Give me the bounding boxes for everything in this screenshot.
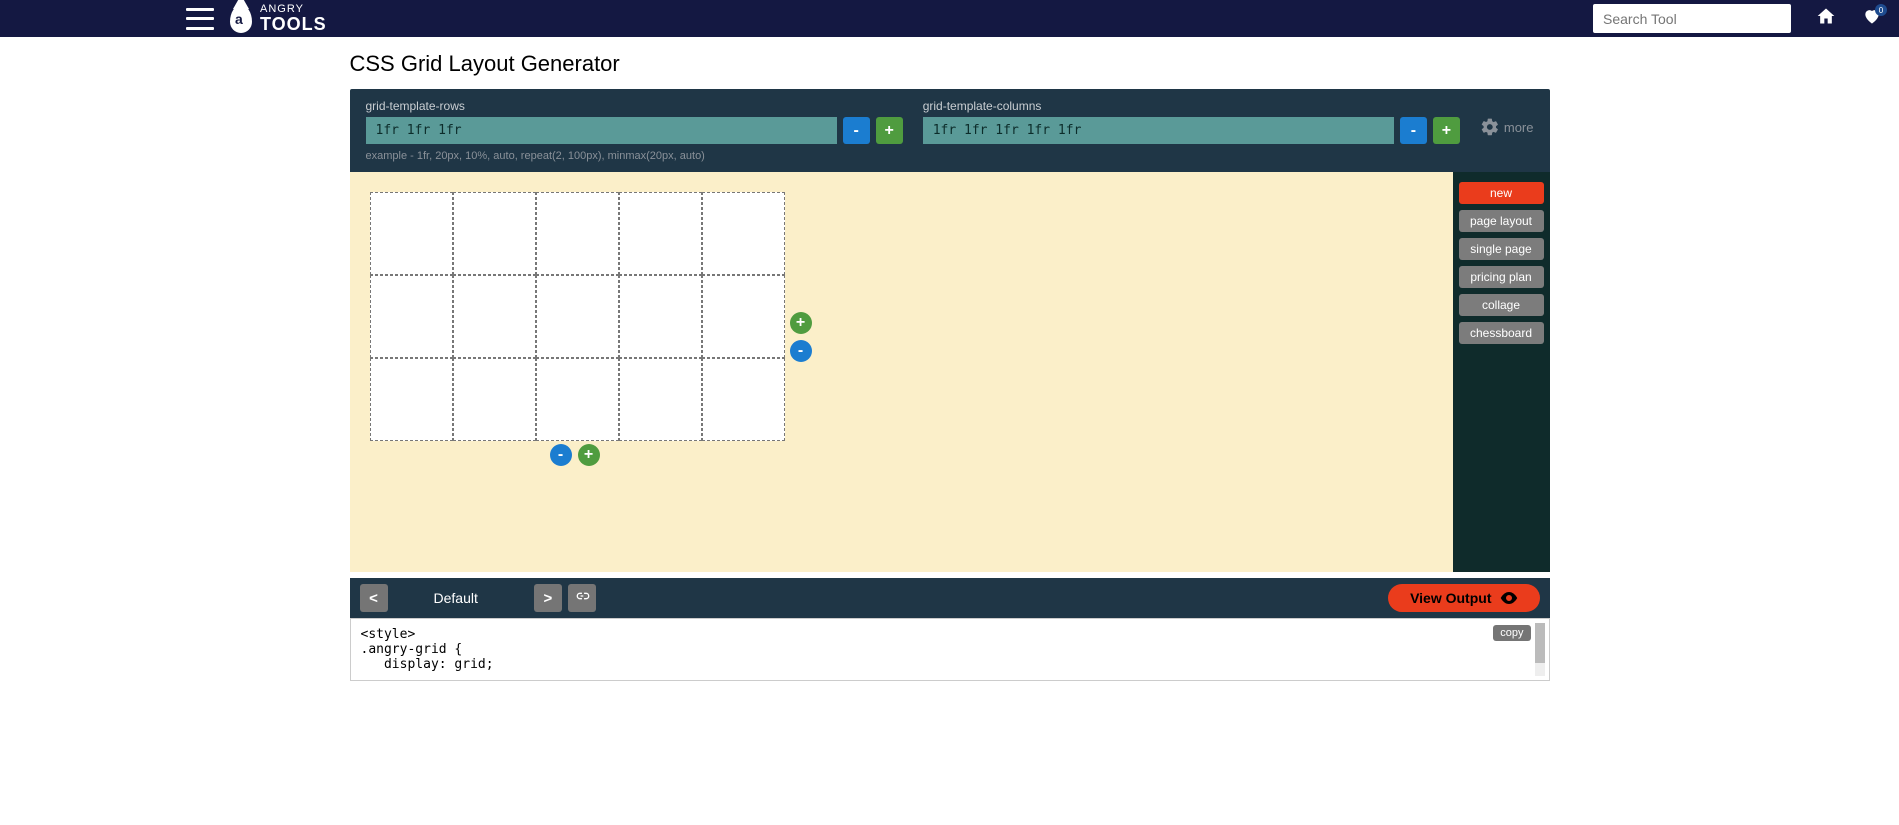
preset-panel: new page layout single page pricing plan col… (1453, 172, 1550, 572)
grid-preview[interactable] (370, 192, 785, 441)
page-title: CSS Grid Layout Generator (350, 51, 1550, 77)
cols-control-group: grid-template-columns - + (923, 99, 1460, 144)
prev-button[interactable]: < (360, 584, 388, 612)
code-output: <style> .angry-grid { display: grid; cop… (350, 618, 1550, 681)
grid-cell[interactable] (536, 275, 619, 358)
cols-remove-button[interactable]: - (1400, 117, 1427, 144)
grid-cell[interactable] (702, 192, 785, 275)
preset-pricing-plan[interactable]: pricing plan (1459, 266, 1544, 288)
link-icon (574, 588, 590, 604)
cols-label: grid-template-columns (923, 99, 1460, 113)
preset-single-page[interactable]: single page (1459, 238, 1544, 260)
favorites-icon[interactable]: 0 (1861, 6, 1883, 31)
grid-cell[interactable] (453, 192, 536, 275)
remove-col-button[interactable]: - (790, 340, 812, 362)
grid-cell[interactable] (453, 275, 536, 358)
grid-controls-bar: grid-template-rows - + example - 1fr, 20… (350, 89, 1550, 172)
logo[interactable]: a ANGRY TOOLS (230, 4, 327, 33)
eye-icon (1500, 591, 1518, 605)
rows-label: grid-template-rows (366, 99, 903, 113)
grid-cell[interactable] (370, 358, 453, 441)
grid-cell[interactable] (702, 275, 785, 358)
grid-cell[interactable] (619, 358, 702, 441)
home-icon[interactable] (1815, 6, 1837, 31)
view-output-button[interactable]: View Output (1388, 584, 1539, 612)
scrollbar[interactable] (1535, 623, 1545, 676)
remove-row-button[interactable]: - (550, 444, 572, 466)
grid-cell[interactable] (619, 192, 702, 275)
grid-preview-area: + - - + (350, 172, 1453, 572)
menu-icon[interactable] (186, 8, 214, 30)
preset-chessboard[interactable]: chessboard (1459, 322, 1544, 344)
rows-example-text: example - 1fr, 20px, 10%, auto, repeat(2… (366, 150, 903, 162)
rows-add-button[interactable]: + (876, 117, 903, 144)
grid-cell[interactable] (702, 358, 785, 441)
rows-input[interactable] (366, 117, 837, 144)
next-button[interactable]: > (534, 584, 562, 612)
output-nav-bar: < Default > View Output (350, 578, 1550, 618)
preset-new[interactable]: new (1459, 182, 1544, 204)
grid-cell[interactable] (370, 275, 453, 358)
grid-cell[interactable] (536, 358, 619, 441)
copy-button[interactable]: copy (1493, 625, 1530, 641)
grid-cell[interactable] (536, 192, 619, 275)
link-button[interactable] (568, 584, 596, 612)
rows-remove-button[interactable]: - (843, 117, 870, 144)
code-text[interactable]: <style> .angry-grid { display: grid; (361, 627, 1539, 672)
preset-page-layout[interactable]: page layout (1459, 210, 1544, 232)
cols-add-button[interactable]: + (1433, 117, 1460, 144)
logo-text-big: TOOLS (260, 15, 327, 33)
current-preset-label: Default (434, 590, 478, 606)
logo-icon: a (230, 5, 252, 33)
grid-cell[interactable] (619, 275, 702, 358)
app-header: a ANGRY TOOLS 0 (0, 0, 1899, 37)
cols-input[interactable] (923, 117, 1394, 144)
gear-icon (1480, 117, 1500, 137)
grid-cell[interactable] (453, 358, 536, 441)
preset-collage[interactable]: collage (1459, 294, 1544, 316)
more-options[interactable]: more (1480, 99, 1534, 137)
grid-cell[interactable] (370, 192, 453, 275)
add-col-button[interactable]: + (790, 312, 812, 334)
favorites-badge: 0 (1875, 4, 1887, 16)
add-row-button[interactable]: + (578, 444, 600, 466)
rows-control-group: grid-template-rows - + example - 1fr, 20… (366, 99, 903, 162)
search-input[interactable] (1593, 4, 1791, 33)
